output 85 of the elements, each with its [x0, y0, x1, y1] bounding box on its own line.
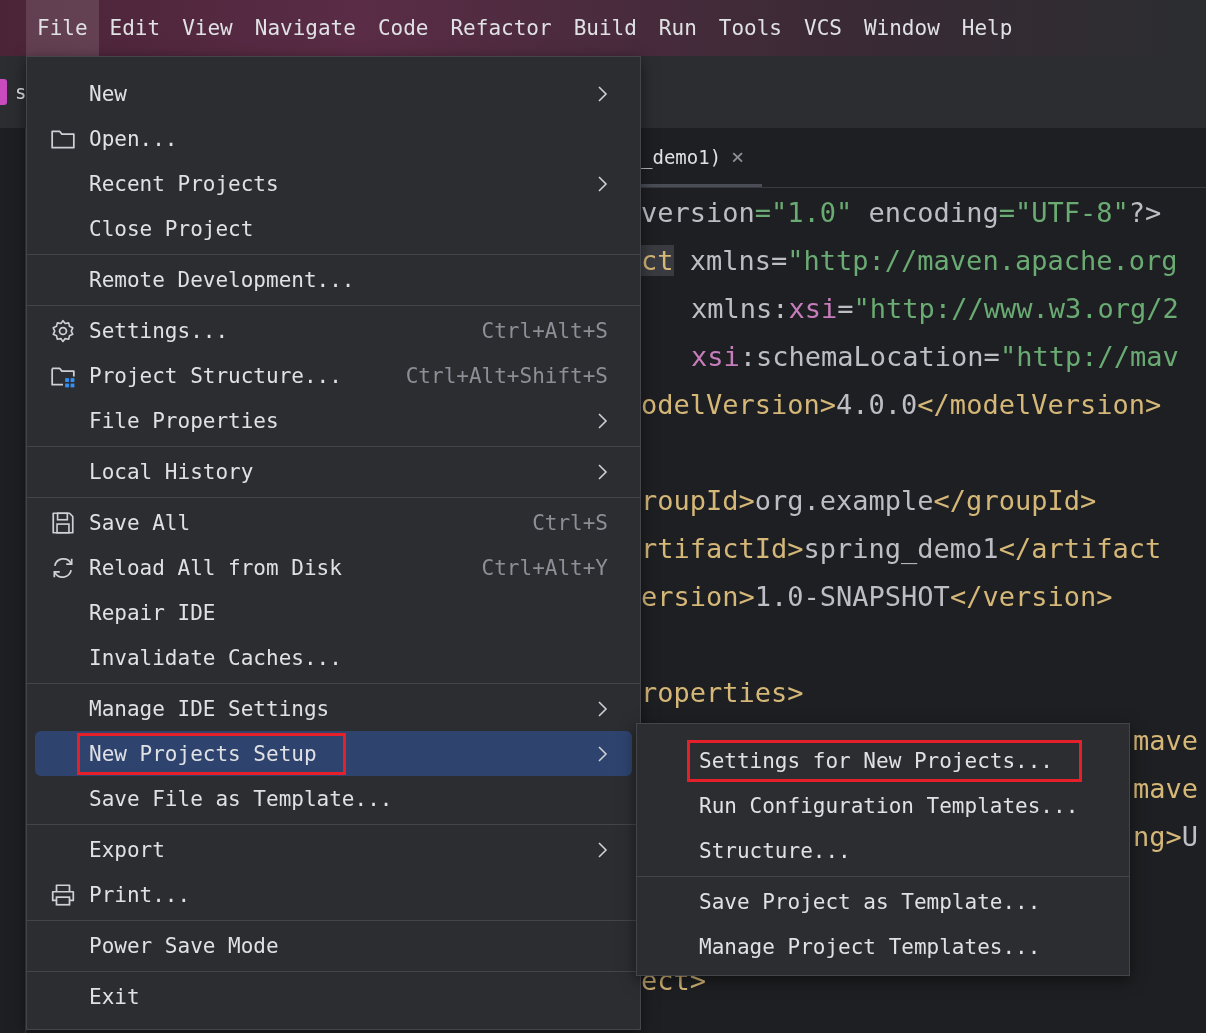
code-line: rtifactId>spring_demo1</artifact: [641, 532, 1162, 564]
shortcut-label: Ctrl+Alt+Shift+S: [405, 363, 608, 388]
printer-icon: [50, 882, 76, 908]
menu-item[interactable]: File Properties: [35, 398, 632, 443]
code-line: xmlns:xsi="http://www.w3.org/2: [691, 292, 1179, 324]
menu-item-label: File Properties: [89, 408, 279, 433]
menu-item-label: Manage Project Templates...: [699, 934, 1041, 959]
menu-bar-item[interactable]: Refactor: [439, 0, 563, 56]
project-tab[interactable]: s: [15, 81, 27, 103]
menu-bar-item[interactable]: VCS: [793, 0, 853, 56]
menu-item[interactable]: New Projects Setup: [35, 731, 632, 776]
reload-icon: [50, 555, 76, 581]
menu-item-label: Settings...: [89, 318, 229, 343]
menu-item[interactable]: Export: [35, 827, 632, 872]
menu-item[interactable]: Local History: [35, 449, 632, 494]
menu-item[interactable]: Invalidate Caches...: [35, 635, 632, 680]
shortcut-label: Ctrl+S: [532, 510, 608, 535]
menu-item[interactable]: Exit: [35, 974, 632, 1019]
menu-item-label: Export: [89, 837, 165, 862]
menu-item[interactable]: New: [35, 71, 632, 116]
menu-bar-item[interactable]: Help: [950, 0, 1024, 56]
menu-item[interactable]: Save Project as Template...: [645, 879, 1121, 924]
menu-item-label: Local History: [89, 459, 254, 484]
menu-item-label: Reload All from Disk: [89, 555, 342, 580]
menu-item[interactable]: Open...: [35, 116, 632, 161]
code-line: roperties>: [641, 676, 804, 708]
menu-item[interactable]: Manage Project Templates...: [645, 924, 1121, 969]
menu-bar-item[interactable]: Run: [647, 0, 708, 56]
menu-item-label: Remote Development...: [89, 267, 355, 292]
menu-bar-item[interactable]: Build: [562, 0, 648, 56]
code-line: odelVersion>4.0.0</modelVersion>: [641, 388, 1162, 420]
code-line: ct xmlns="http://maven.apache.org: [641, 244, 1178, 276]
menu-bar-item[interactable]: Edit: [98, 0, 172, 56]
menu-item-label: New: [89, 81, 127, 106]
menu-item-label: Save File as Template...: [89, 786, 393, 811]
menu-bar-item[interactable]: View: [171, 0, 244, 56]
menu-item-label: Save All: [89, 510, 191, 535]
menu-item[interactable]: Remote Development...: [35, 257, 632, 302]
shortcut-label: Ctrl+Alt+S: [481, 318, 608, 343]
menu-item-label: Project Structure...: [89, 363, 342, 388]
menu-item-label: Exit: [89, 984, 140, 1009]
menu-item-label: Recent Projects: [89, 171, 279, 196]
shortcut-label: Ctrl+Alt+Y: [481, 555, 608, 580]
menu-item-label: Repair IDE: [89, 600, 216, 625]
menu-item[interactable]: Save All Ctrl+S: [35, 500, 632, 545]
menu-item[interactable]: Manage IDE Settings: [35, 686, 632, 731]
menu-item[interactable]: Run Configuration Templates...: [645, 783, 1121, 828]
menu-item-label: New Projects Setup: [77, 732, 346, 775]
menu-item[interactable]: Reload All from Disk Ctrl+Alt+Y: [35, 545, 632, 590]
menu-item-label: Save Project as Template...: [699, 889, 1041, 914]
menu-bar-item[interactable]: Tools: [707, 0, 793, 56]
menu-item[interactable]: Recent Projects: [35, 161, 632, 206]
menu-item[interactable]: Structure...: [645, 828, 1121, 873]
code-line: roupId>org.example</groupId>: [641, 484, 1097, 516]
menu-bar-item[interactable]: Code: [366, 0, 440, 56]
code-line: ng>U: [1133, 820, 1199, 852]
menu-bar-item[interactable]: File: [26, 0, 99, 56]
code-line: ersion>1.0-SNAPSHOT</version>: [641, 580, 1113, 612]
close-icon[interactable]: ×: [731, 144, 745, 169]
menu-item[interactable]: Print...: [35, 872, 632, 917]
menu-item[interactable]: Settings... Ctrl+Alt+S: [35, 308, 632, 353]
menu-item[interactable]: Settings for New Projects...: [645, 738, 1121, 783]
code-line: xsi:schemaLocation="http://mav: [691, 340, 1179, 372]
menu-item-label: Run Configuration Templates...: [699, 793, 1079, 818]
code-line: mave: [1133, 772, 1199, 804]
settings-icon: [50, 318, 76, 344]
menu-item-label: Power Save Mode: [89, 933, 279, 958]
menu-item[interactable]: Save File as Template...: [35, 776, 632, 821]
menu-item-label: Manage IDE Settings: [89, 696, 330, 721]
menu-item-label: Close Project: [89, 216, 254, 241]
menu-item-label: Invalidate Caches...: [89, 645, 342, 670]
menu-bar-item[interactable]: Window: [852, 0, 951, 56]
menu-item[interactable]: Close Project: [35, 206, 632, 251]
menu-item[interactable]: Project Structure... Ctrl+Alt+Shift+S: [35, 353, 632, 398]
menu-item-label: Open...: [89, 126, 178, 151]
code-line: version="1.0" encoding="UTF-8"?>: [641, 196, 1162, 228]
menu-item-label: Structure...: [699, 838, 851, 863]
menu-item[interactable]: Power Save Mode: [35, 923, 632, 968]
code-line: mave: [1133, 724, 1199, 756]
menu-item[interactable]: Repair IDE: [35, 590, 632, 635]
menu-item-label: Settings for New Projects...: [687, 739, 1082, 782]
menu-bar-item[interactable]: Navigate: [243, 0, 367, 56]
menu-item-label: Print...: [89, 882, 191, 907]
project-marker: [0, 79, 7, 105]
save-icon: [50, 510, 76, 536]
